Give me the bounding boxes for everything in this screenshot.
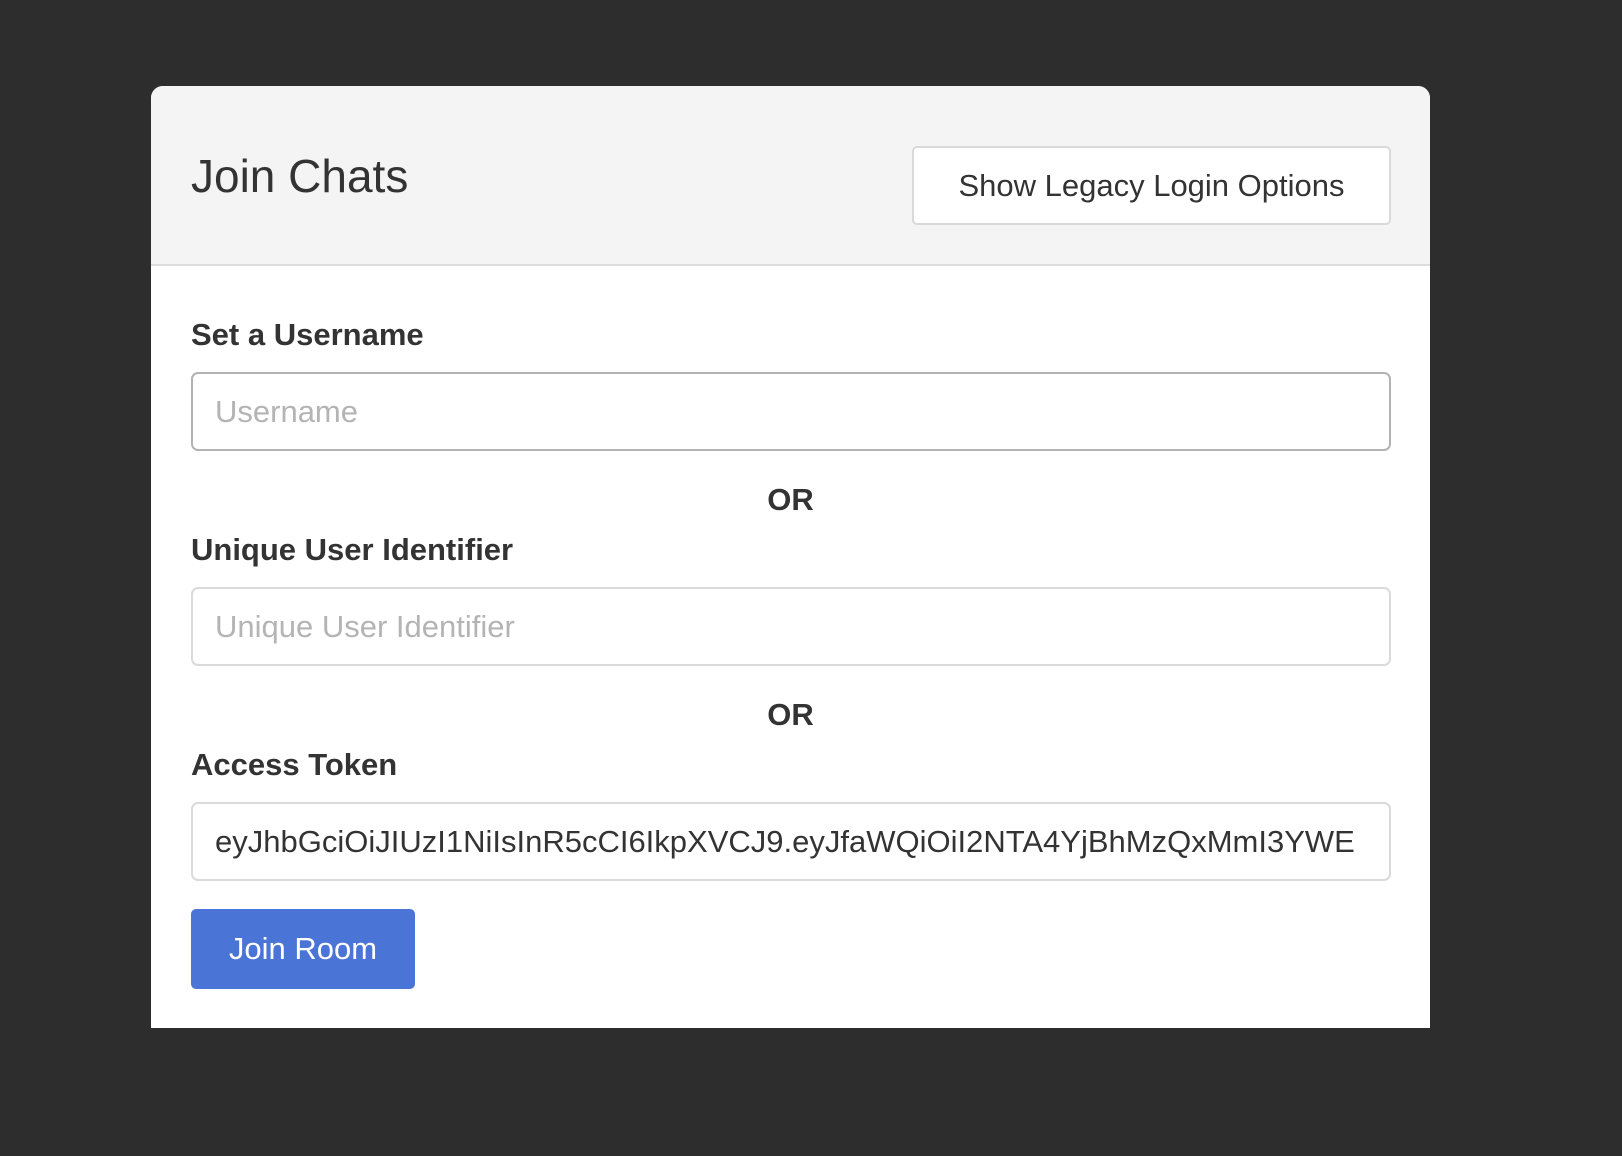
- username-label: Set a Username: [191, 317, 424, 352]
- show-legacy-login-options-button[interactable]: Show Legacy Login Options: [912, 146, 1391, 225]
- page-title: Join Chats: [191, 150, 409, 202]
- join-chats-card: Join Chats Show Legacy Login Options Set…: [151, 86, 1430, 1028]
- card-header: Join Chats Show Legacy Login Options: [151, 86, 1430, 266]
- access-token-label: Access Token: [191, 747, 398, 782]
- or-separator: OR: [767, 697, 814, 732]
- unique-user-identifier-input[interactable]: [191, 587, 1391, 666]
- access-token-input[interactable]: [191, 802, 1391, 881]
- join-room-button[interactable]: Join Room: [191, 909, 415, 989]
- unique-user-identifier-label: Unique User Identifier: [191, 532, 514, 567]
- username-input[interactable]: [191, 372, 1391, 451]
- or-separator: OR: [767, 482, 814, 517]
